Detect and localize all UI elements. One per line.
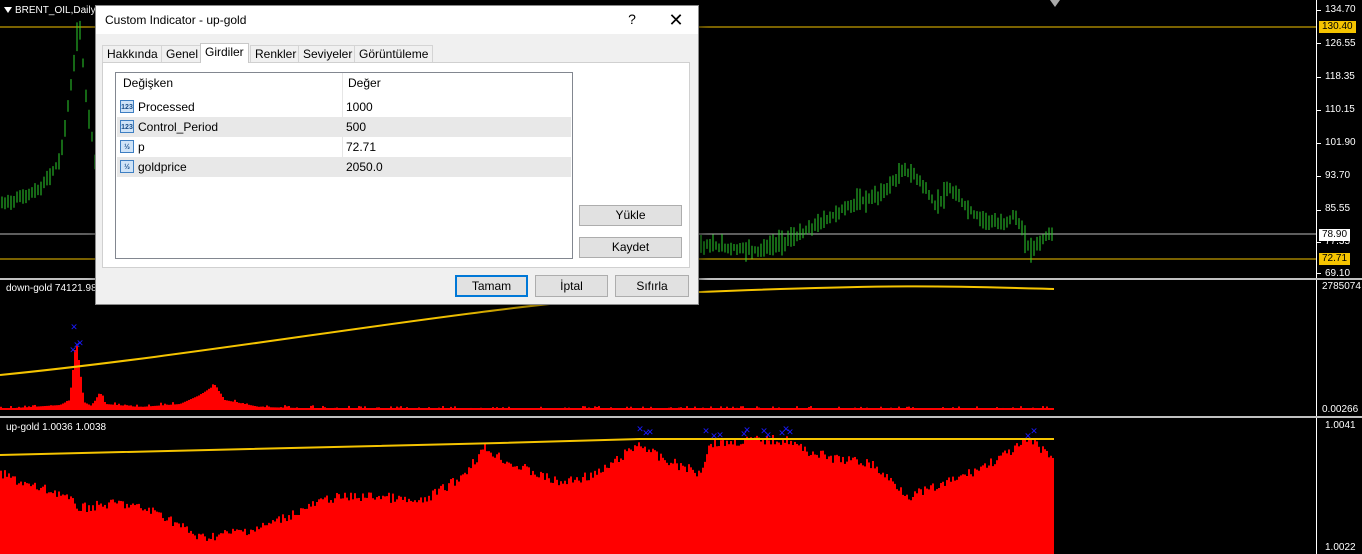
gold-line-price-tag: 72.71 (1319, 253, 1351, 265)
chart-symbol-icon (4, 7, 12, 14)
up-signal-marker: ✕ (740, 429, 748, 439)
table-row[interactable]: ½ goldprice 2050.0 (117, 157, 571, 177)
param-value[interactable]: 1000 (346, 100, 373, 114)
tab-colors[interactable]: Renkler (250, 45, 302, 62)
scale-tick (1317, 242, 1321, 243)
scale-label: 110.15 (1325, 104, 1355, 115)
up-signal-marker: ✕ (786, 427, 794, 437)
tab-general[interactable]: Genel (161, 45, 204, 62)
up-signal-marker: ✕ (716, 430, 724, 440)
integer-param-icon: 123 (120, 100, 134, 113)
up-gold-scale-top: 1.0041 (1325, 420, 1356, 431)
tab-inputs[interactable]: Girdiler (200, 43, 249, 63)
inputs-panel: Değişken Değer 123 Processed 1000 123 Co… (102, 62, 690, 268)
dialog-title-bar[interactable]: Custom Indicator - up-gold ? ✕ (96, 6, 698, 34)
up-signal-marker: ✕ (1030, 426, 1038, 436)
ok-button[interactable]: Tamam (455, 275, 528, 297)
up-signal-marker: ✕ (702, 426, 710, 436)
inputs-grid: Değişken Değer 123 Processed 1000 123 Co… (115, 72, 573, 259)
close-button[interactable]: ✕ (662, 8, 690, 32)
scale-label: 134.70 (1325, 4, 1356, 15)
scale-label: 126.55 (1325, 38, 1356, 49)
up-gold-scale-bottom: 1.0022 (1325, 542, 1356, 553)
scale-label: 118.35 (1325, 71, 1355, 82)
save-button[interactable]: Kaydet (579, 237, 682, 258)
param-value[interactable]: 2050.0 (346, 160, 383, 174)
scale-tick (1317, 110, 1321, 111)
up-trend-line (0, 438, 1054, 456)
scale-label: 85.55 (1325, 203, 1351, 214)
dialog-title: Custom Indicator - up-gold (105, 13, 247, 27)
integer-param-icon: 123 (120, 120, 134, 133)
down-signal-marker: ✕ (76, 338, 84, 348)
param-name: Control_Period (138, 120, 219, 134)
param-value[interactable]: 500 (346, 120, 366, 134)
param-name: Processed (138, 100, 195, 114)
param-name: goldprice (138, 160, 187, 174)
cancel-button[interactable]: İptal (535, 275, 608, 297)
scale-tick (1317, 176, 1321, 177)
tab-visualization[interactable]: Görüntüleme (354, 45, 434, 62)
chart-scroll-marker-icon[interactable] (1050, 0, 1060, 7)
up-gold-scale[interactable]: 1.0041 1.0022 (1316, 418, 1362, 554)
tab-levels[interactable]: Seviyeler (298, 45, 358, 62)
scale-tick (1317, 210, 1321, 211)
help-button[interactable]: ? (626, 11, 638, 27)
down-gold-title: down-gold 74121.982 (6, 283, 103, 294)
scale-tick (1317, 43, 1321, 44)
custom-indicator-dialog: Custom Indicator - up-gold ? ✕ Hakkında … (95, 5, 699, 305)
down-gold-scale-bottom: 0.00266 (1322, 404, 1359, 415)
scale-label: 101.90 (1325, 137, 1356, 148)
up-gold-title: up-gold 1.0036 1.0038 (6, 422, 107, 433)
param-name: p (138, 140, 145, 154)
double-param-icon: ½ (120, 160, 134, 173)
scale-tick (1317, 10, 1321, 11)
double-param-icon: ½ (120, 140, 134, 153)
up-signal-marker: ✕ (646, 427, 654, 437)
up-signal-marker: ✕ (764, 430, 772, 440)
column-header-value[interactable]: Değer (348, 76, 381, 90)
scale-tick (1317, 273, 1321, 274)
current-price-tag: 78.90 (1319, 229, 1351, 241)
down-gold-scale[interactable]: 2785074 0.00266 (1316, 280, 1362, 416)
scale-label: 93.70 (1325, 170, 1351, 181)
reset-button[interactable]: Sıfırla (615, 275, 689, 297)
price-scale[interactable]: 134.70 126.55 118.35 110.15 101.90 93.70… (1316, 0, 1362, 279)
down-signal-marker: ✕ (70, 322, 78, 332)
table-row[interactable]: 123 Processed 1000 (117, 97, 571, 117)
scale-tick (1317, 77, 1321, 78)
scale-tick (1317, 143, 1321, 144)
chart-symbol-label: BRENT_OIL,Daily (4, 5, 96, 16)
up-gold-pane[interactable]: ✕ ✕ ✕ ✕ ✕ ✕ ✕ ✕ ✕ ✕ ✕ ✕ ✕ ✕ ✕ up-gold 1.0036 1.0038 (0, 418, 1316, 554)
tab-about[interactable]: Hakkında (102, 45, 163, 62)
param-value[interactable]: 72.71 (346, 140, 376, 154)
up-gold-svg: ✕✕✕ ✕ ✕✕ ✕✕ ✕✕ ✕✕✕ ✕✕ (0, 424, 1054, 554)
table-row[interactable]: 123 Control_Period 500 (117, 117, 571, 137)
top-line-price-tag: 130.40 (1319, 21, 1356, 33)
down-gold-scale-top: 2785074 (1322, 281, 1361, 292)
table-row[interactable]: ½ p 72.71 (117, 137, 571, 157)
chart-symbol-text: BRENT_OIL,Daily (15, 5, 96, 16)
column-header-variable[interactable]: Değişken (123, 76, 173, 90)
load-button[interactable]: Yükle (579, 205, 682, 226)
